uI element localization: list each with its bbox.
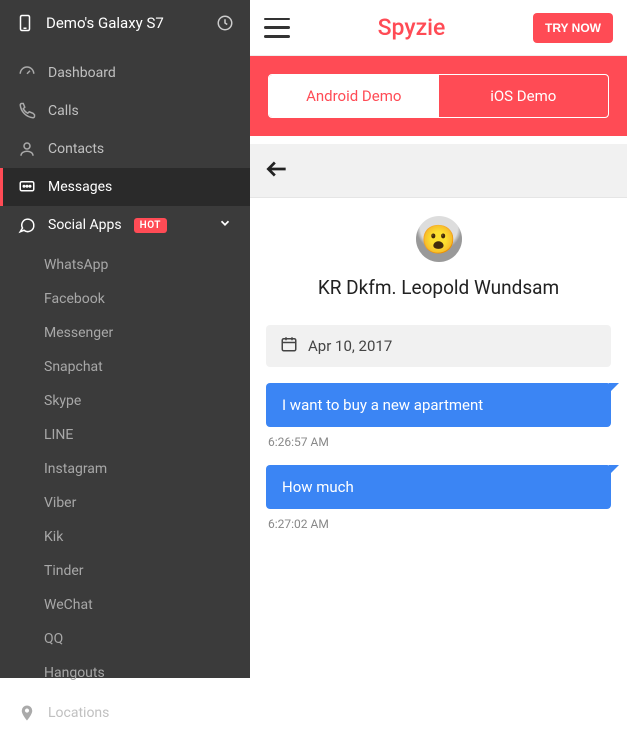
message-list: I want to buy a new apartment 6:26:57 AM H…: [250, 367, 627, 563]
sidebar-subitem[interactable]: LINE: [0, 418, 250, 452]
try-now-button[interactable]: TRY NOW: [533, 13, 613, 43]
sidebar-subitem[interactable]: Viber: [0, 486, 250, 520]
sidebar-subitem[interactable]: WhatsApp: [0, 248, 250, 282]
sidebar-subitem[interactable]: Instagram: [0, 452, 250, 486]
hamburger-menu-icon[interactable]: [264, 18, 290, 38]
sidebar-item-label: Dashboard: [48, 65, 116, 81]
location-pin-icon: [18, 704, 36, 722]
sidebar-item-label: Contacts: [48, 141, 104, 157]
main-panel: Spyzie TRY NOW Android Demo iOS Demo 😮 K…: [250, 0, 627, 678]
message-timestamp: 6:27:02 AM: [268, 517, 609, 531]
sidebar-item-dashboard[interactable]: Dashboard: [0, 54, 250, 92]
sidebar-subitem[interactable]: Facebook: [0, 282, 250, 316]
back-arrow-icon[interactable]: [264, 156, 290, 186]
message-icon: [18, 178, 36, 196]
sidebar-subitem[interactable]: Tinder: [0, 554, 250, 588]
message-bubble: How much: [266, 465, 611, 509]
contact-name: KR Dkfm. Leopold Wundsam: [250, 276, 627, 299]
sidebar-subitem[interactable]: Kik: [0, 520, 250, 554]
sidebar-item-locations[interactable]: Locations: [0, 694, 250, 732]
message-timestamp: 6:26:57 AM: [268, 435, 609, 449]
sidebar-subitem[interactable]: QQ: [0, 622, 250, 656]
device-name: Demo's Galaxy S7: [46, 14, 164, 32]
date-label: Apr 10, 2017: [308, 337, 392, 355]
sidebar-item-messages[interactable]: Messages: [0, 168, 250, 206]
sidebar-nav: Dashboard Calls Contacts Messages Social…: [0, 46, 250, 732]
sidebar: Be updated: Apr 10, 2017 11:26 Demo's Ga…: [0, 0, 250, 678]
chat-bubble-icon: [18, 216, 36, 234]
sidebar-item-label: Calls: [48, 103, 79, 119]
avatar: 😮: [416, 216, 462, 262]
header: Spyzie TRY NOW: [250, 0, 627, 56]
date-pill: Apr 10, 2017: [266, 325, 611, 367]
sidebar-subitem[interactable]: Hangouts: [0, 656, 250, 690]
social-apps-submenu: WhatsAppFacebookMessengerSnapchatSkypeLI…: [0, 244, 250, 694]
sidebar-item-label: Messages: [48, 179, 112, 195]
message-bubble: I want to buy a new apartment: [266, 383, 611, 427]
sidebar-item-calls[interactable]: Calls: [0, 92, 250, 130]
sidebar-subitem[interactable]: Snapchat: [0, 350, 250, 384]
phone-icon: [18, 102, 36, 120]
back-bar: [250, 144, 627, 198]
brand-title: Spyzie: [304, 14, 519, 41]
clock-icon: [216, 14, 234, 32]
calendar-icon: [280, 335, 298, 357]
hot-badge: HOT: [134, 218, 167, 233]
sidebar-item-contacts[interactable]: Contacts: [0, 130, 250, 168]
sidebar-item-social[interactable]: Social Apps HOT: [0, 206, 250, 244]
tab-android-demo[interactable]: Android Demo: [269, 75, 439, 117]
chevron-down-icon: [218, 216, 232, 234]
smartphone-icon: [16, 14, 34, 32]
person-icon: [18, 140, 36, 158]
device-selector[interactable]: Demo's Galaxy S7: [0, 0, 250, 46]
sidebar-subitem[interactable]: WeChat: [0, 588, 250, 622]
sidebar-item-label: Social Apps: [48, 217, 122, 233]
tab-ios-demo[interactable]: iOS Demo: [439, 75, 609, 117]
demo-tab-bar: Android Demo iOS Demo: [250, 56, 627, 136]
sidebar-item-label: Locations: [48, 705, 109, 721]
gauge-icon: [18, 64, 36, 82]
sidebar-subitem[interactable]: Messenger: [0, 316, 250, 350]
sidebar-subitem[interactable]: Skype: [0, 384, 250, 418]
contact-header: 😮 KR Dkfm. Leopold Wundsam: [250, 198, 627, 325]
